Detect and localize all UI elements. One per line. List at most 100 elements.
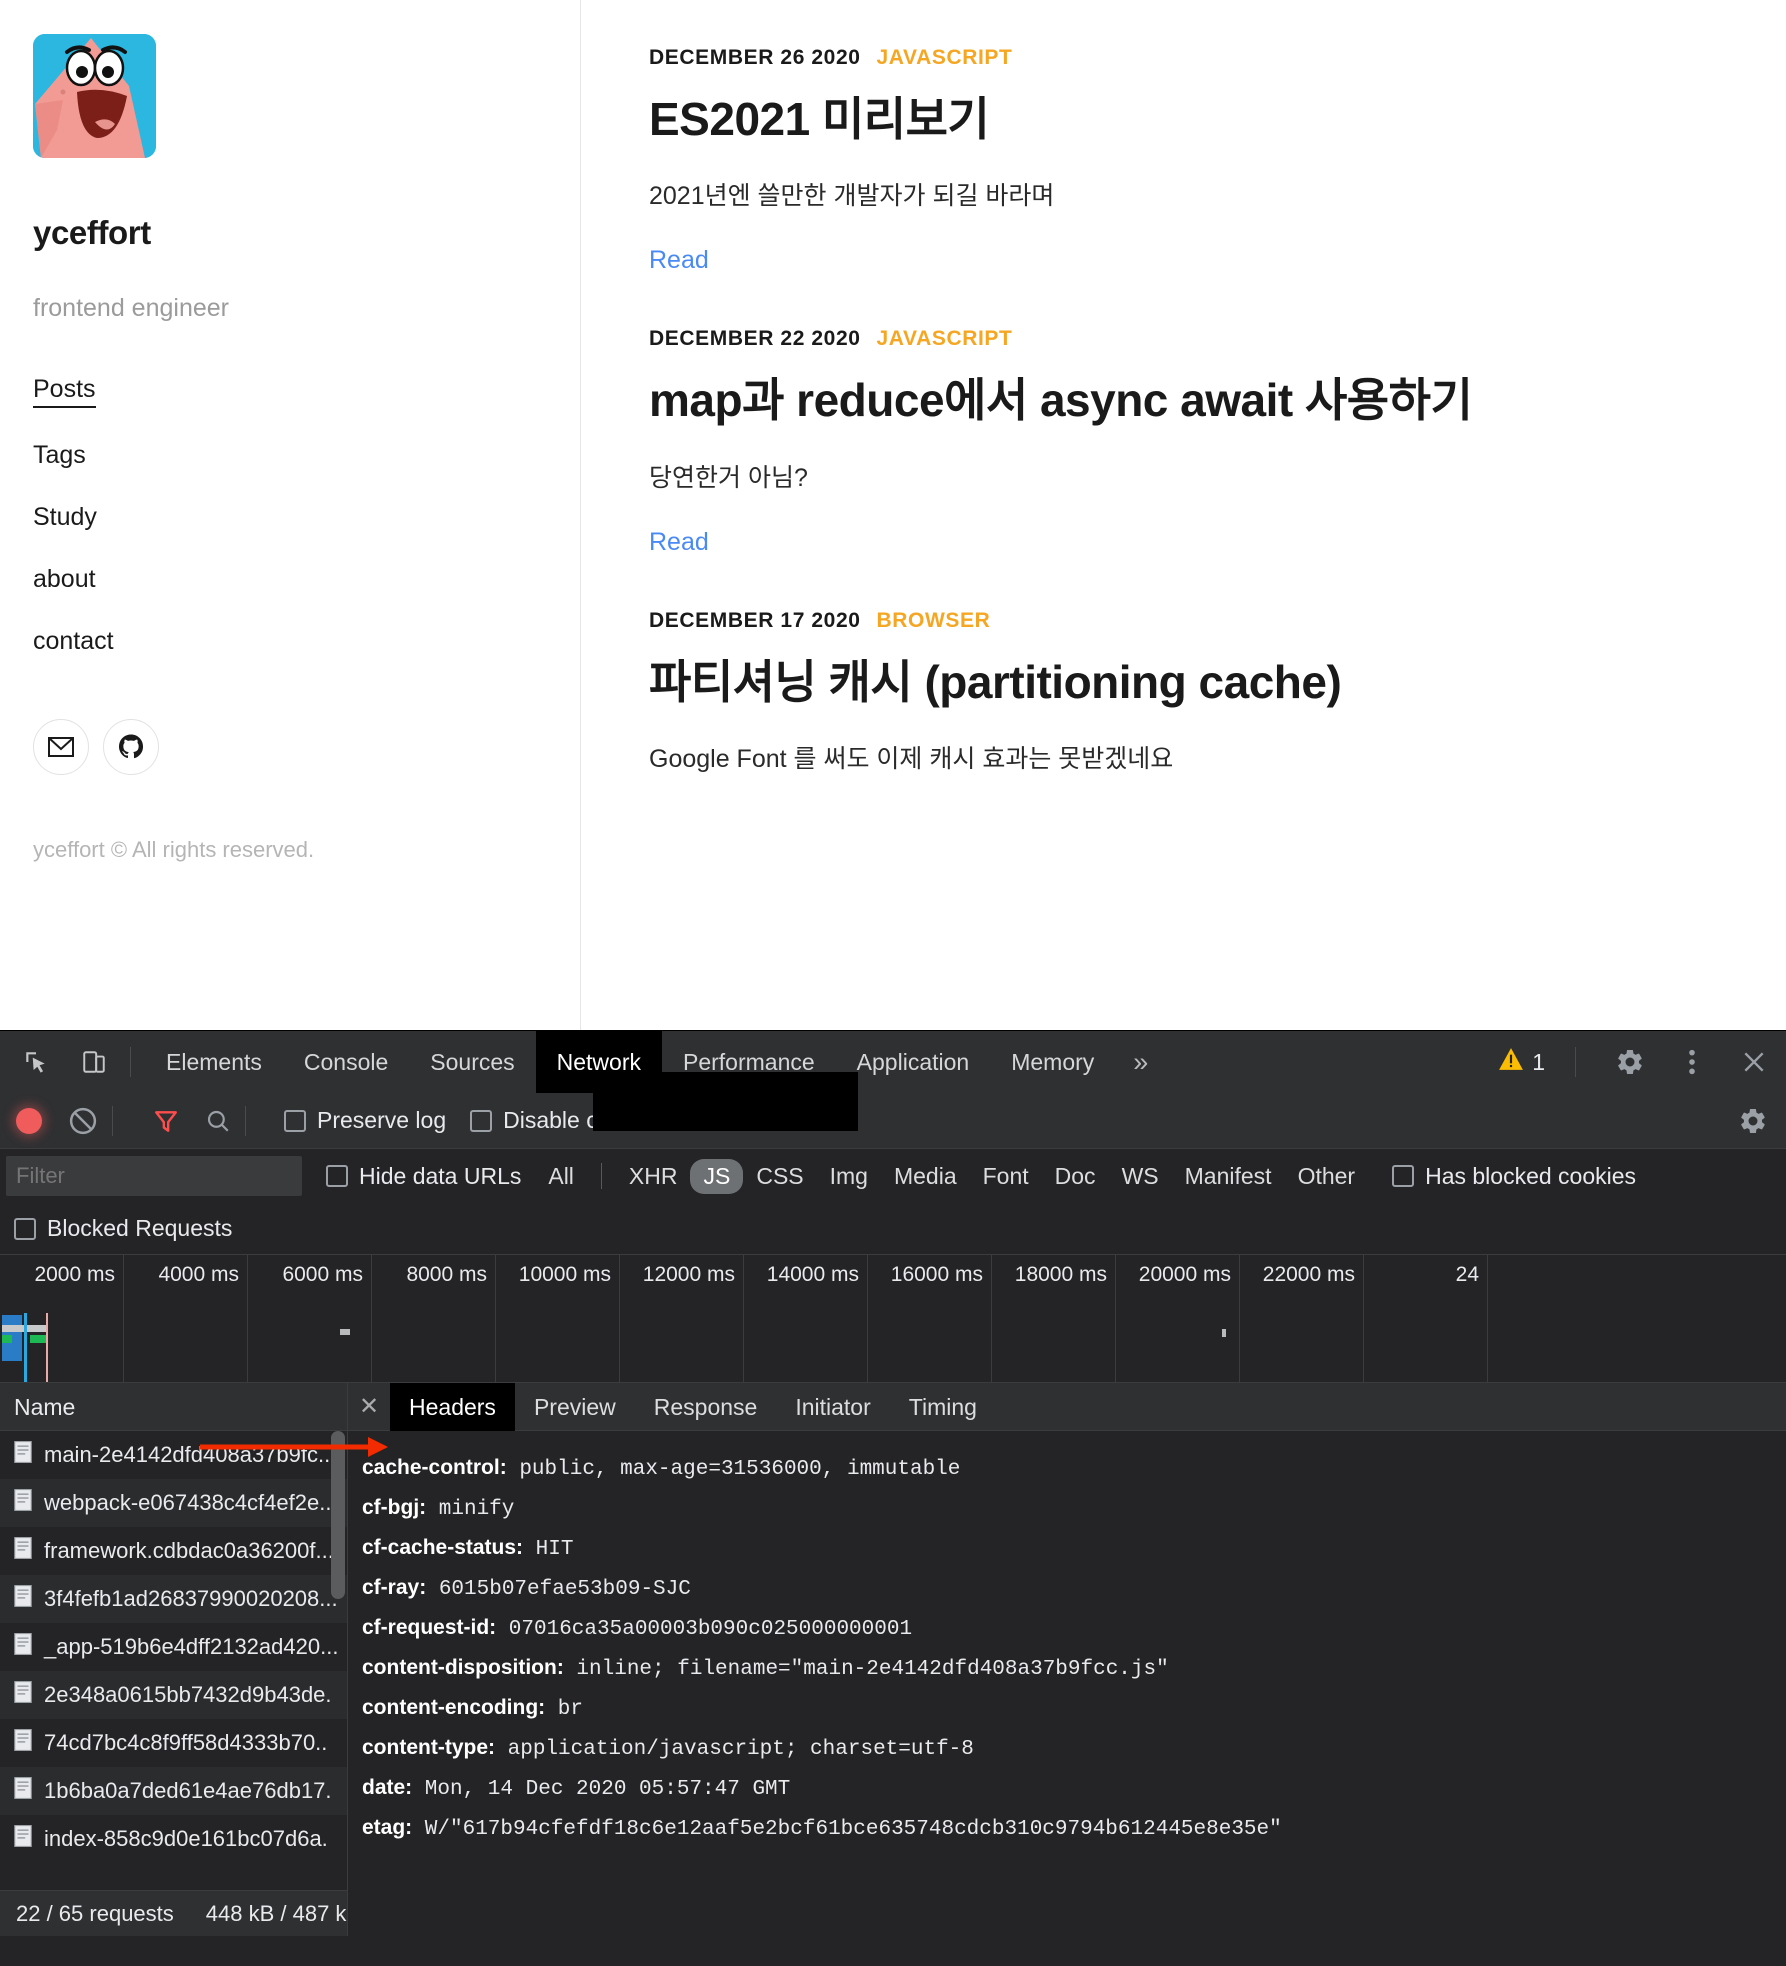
filter-type-doc[interactable]: Doc — [1042, 1163, 1109, 1190]
table-row[interactable]: 1b6ba0a7ded61e4ae76db17. — [0, 1767, 347, 1815]
blocked-requests-row: Blocked Requests — [0, 1203, 1786, 1255]
record-button[interactable] — [16, 1107, 42, 1134]
tab-memory[interactable]: Memory — [990, 1031, 1115, 1093]
network-settings-gear-icon[interactable] — [1738, 1106, 1768, 1136]
sidebar-item-contact[interactable]: contact — [33, 627, 114, 656]
checkbox-box[interactable] — [326, 1165, 348, 1187]
post-title[interactable]: 파티셔닝 캐시 (partitioning cache) — [649, 655, 1786, 709]
tab-initiator[interactable]: Initiator — [776, 1383, 889, 1431]
inspect-element-icon[interactable] — [14, 1040, 58, 1084]
timeline-tick-label: 4000 ms — [158, 1263, 239, 1286]
post-list: DECEMBER 26 2020 JAVASCRIPT ES2021 미리보기 2… — [580, 0, 1786, 1030]
timeline-cell: 24 — [1364, 1255, 1488, 1382]
sidebar-item-tags[interactable]: Tags — [33, 441, 86, 470]
request-list-scrollbar[interactable] — [331, 1431, 345, 1599]
network-overview-timeline[interactable]: 2000 ms 4000 ms 6000 ms 8000 ms 10000 ms… — [0, 1255, 1786, 1383]
document-icon — [14, 1729, 32, 1757]
table-row[interactable]: framework.cdbdac0a36200f... — [0, 1527, 347, 1575]
gear-icon[interactable] — [1608, 1040, 1652, 1084]
kebab-menu-icon[interactable] — [1670, 1040, 1714, 1084]
filter-type-xhr[interactable]: XHR — [616, 1163, 691, 1190]
header-value: 6015b07efae53b09-SJC — [438, 1578, 691, 1601]
header-name: cache-control: — [362, 1456, 507, 1479]
filter-type-ws[interactable]: WS — [1109, 1163, 1172, 1190]
table-row[interactable]: webpack-e067438c4cf4ef2e... — [0, 1479, 347, 1527]
sidebar-item-about[interactable]: about — [33, 565, 96, 594]
table-row[interactable]: main-2e4142dfd408a37b9fc... — [0, 1431, 347, 1479]
document-icon — [14, 1825, 32, 1853]
tab-application[interactable]: Application — [836, 1031, 991, 1093]
hide-data-urls-checkbox[interactable]: Hide data URLs — [326, 1163, 521, 1190]
filter-type-font[interactable]: Font — [970, 1163, 1042, 1190]
table-row[interactable]: 74cd7bc4c8f9ff58d4333b70.. — [0, 1719, 347, 1767]
post-item: DECEMBER 26 2020 JAVASCRIPT ES2021 미리보기 2… — [649, 46, 1786, 275]
has-blocked-cookies-label: Has blocked cookies — [1425, 1162, 1637, 1189]
post-read-link[interactable]: Read — [649, 528, 709, 557]
checkbox-box[interactable] — [14, 1217, 36, 1240]
clear-button[interactable] — [68, 1106, 98, 1136]
filter-type-js[interactable]: JS — [690, 1158, 744, 1194]
warning-indicator[interactable]: 1 — [1486, 1047, 1557, 1077]
filter-type-img[interactable]: Img — [817, 1163, 881, 1190]
network-status-bar: 22 / 65 requests 448 kB / 487 k — [0, 1890, 347, 1936]
post-title[interactable]: ES2021 미리보기 — [649, 92, 1786, 146]
tab-timing[interactable]: Timing — [890, 1383, 996, 1431]
timeline-tick-label: 2000 ms — [34, 1263, 115, 1286]
tab-headers[interactable]: Headers — [390, 1383, 515, 1431]
filter-type-all[interactable]: All — [535, 1163, 587, 1190]
sidebar-item-study[interactable]: Study — [33, 503, 97, 532]
post-date: DECEMBER 22 2020 — [649, 327, 861, 351]
filter-type-css[interactable]: CSS — [743, 1163, 816, 1190]
checkbox-box[interactable] — [1392, 1165, 1415, 1187]
tab-elements[interactable]: Elements — [145, 1031, 283, 1093]
header-name: content-encoding: — [362, 1696, 546, 1719]
filter-button[interactable] — [153, 1108, 179, 1134]
document-icon — [14, 1585, 32, 1613]
post-tag[interactable]: BROWSER — [877, 609, 991, 632]
timeline-tick-label: 22000 ms — [1262, 1263, 1355, 1286]
header-row: content-type: application/javascript; ch… — [362, 1729, 1786, 1769]
checkbox-box[interactable] — [284, 1109, 306, 1132]
tab-console[interactable]: Console — [283, 1031, 409, 1093]
column-header-name[interactable]: Name — [0, 1383, 347, 1431]
post-tag[interactable]: JAVASCRIPT — [877, 46, 1013, 69]
filter-type-manifest[interactable]: Manifest — [1172, 1163, 1285, 1190]
header-name: cf-request-id: — [362, 1616, 497, 1639]
header-row: content-disposition: inline; filename="m… — [362, 1649, 1786, 1689]
timeline-cell: 14000 ms — [744, 1255, 868, 1382]
header-name: cf-bgj: — [362, 1496, 427, 1519]
tab-preview[interactable]: Preview — [515, 1383, 635, 1431]
post-title[interactable]: map과 reduce에서 async await 사용하기 — [649, 373, 1786, 427]
preserve-log-checkbox[interactable]: Preserve log — [284, 1107, 446, 1134]
filter-input[interactable] — [6, 1156, 302, 1196]
search-button[interactable] — [205, 1108, 231, 1134]
has-blocked-cookies-checkbox[interactable]: Has blocked cookies — [1392, 1163, 1636, 1190]
filter-type-media[interactable]: Media — [881, 1163, 970, 1190]
sidebar-item-posts[interactable]: Posts — [33, 375, 96, 408]
close-icon[interactable] — [1732, 1040, 1776, 1084]
github-link[interactable] — [103, 719, 159, 775]
overview-request-bar — [1222, 1329, 1226, 1337]
table-row[interactable]: _app-519b6e4dff2132ad420... — [0, 1623, 347, 1671]
blocked-requests-checkbox[interactable]: Blocked Requests — [14, 1215, 232, 1242]
tab-sources[interactable]: Sources — [409, 1031, 535, 1093]
checkbox-box[interactable] — [470, 1109, 493, 1132]
request-name: webpack-e067438c4cf4ef2e... — [44, 1490, 338, 1515]
more-tabs-button[interactable]: » — [1115, 1031, 1166, 1093]
toolbar-divider — [600, 1163, 602, 1189]
device-toolbar-icon[interactable] — [72, 1040, 116, 1084]
request-name: 74cd7bc4c8f9ff58d4333b70.. — [44, 1730, 328, 1755]
document-icon — [14, 1537, 32, 1565]
table-row[interactable]: index-858c9d0e161bc07d6a. — [0, 1815, 347, 1863]
mail-link[interactable] — [33, 719, 89, 775]
post-tag[interactable]: JAVASCRIPT — [877, 327, 1013, 350]
request-name: _app-519b6e4dff2132ad420... — [44, 1634, 339, 1659]
post-read-link[interactable]: Read — [649, 246, 709, 275]
header-name: etag: — [362, 1816, 413, 1839]
filter-type-other[interactable]: Other — [1285, 1163, 1369, 1190]
close-detail-icon[interactable]: ✕ — [348, 1392, 390, 1421]
tab-response[interactable]: Response — [635, 1383, 777, 1431]
toolbar-divider — [112, 1105, 113, 1136]
table-row[interactable]: 3f4fefb1ad26837990020208... — [0, 1575, 347, 1623]
table-row[interactable]: 2e348a0615bb7432d9b43de. — [0, 1671, 347, 1719]
